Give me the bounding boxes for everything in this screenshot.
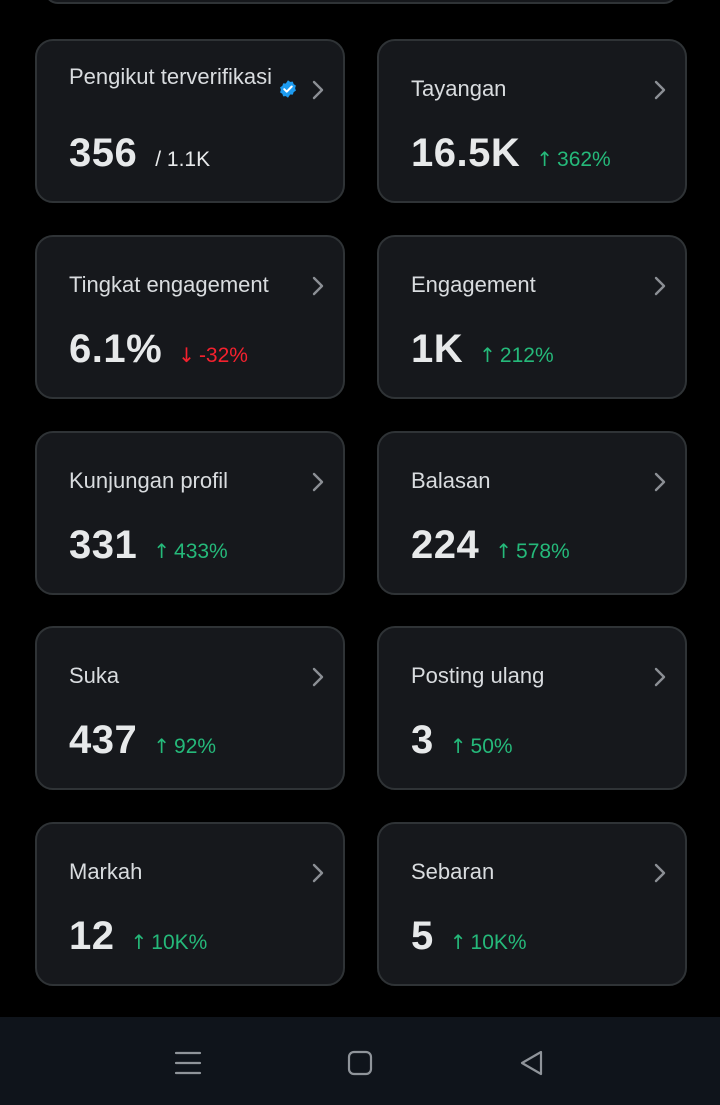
card-delta: ↑ 50% — [450, 734, 513, 759]
card-replies[interactable]: Balasan 224 ↑ 578% — [377, 431, 687, 595]
card-value-row: 1K ↑ 212% — [411, 327, 554, 371]
card-engagement[interactable]: Engagement 1K ↑ 212% — [377, 235, 687, 399]
card-delta: ↑ 433% — [153, 539, 227, 564]
delta-value: 362% — [557, 148, 611, 171]
card-bookmarks[interactable]: Markah 12 ↑ 10K% — [35, 822, 345, 986]
card-title: Sebaran — [411, 859, 495, 884]
card-title: Markah — [69, 859, 143, 884]
verified-badge-icon — [280, 80, 296, 98]
card-profile-visits[interactable]: Kunjungan profil 331 ↑ 433% — [35, 431, 345, 595]
card-value-row: 3 ↑ 50% — [411, 718, 513, 762]
card-value: 331 — [69, 523, 138, 567]
card-delta: ↑ 10K% — [450, 930, 527, 955]
menu-icon[interactable] — [172, 1047, 204, 1079]
card-value-row: 16.5K ↑ 362% — [411, 131, 611, 175]
card-delta: ↑ 212% — [479, 343, 553, 368]
card-impressions[interactable]: Tayangan 16.5K ↑ 362% — [377, 39, 687, 203]
delta-value: 433% — [174, 540, 228, 563]
card-reposts[interactable]: Posting ulang 3 ↑ 50% — [377, 626, 687, 790]
card-value: 16.5K — [411, 131, 521, 175]
card-engagement-rate[interactable]: Tingkat engagement 6.1% ↓ -32% — [35, 235, 345, 399]
chevron-right-icon — [312, 80, 324, 100]
card-value: 5 — [411, 914, 434, 958]
system-navigation-bar — [0, 1017, 720, 1105]
card-total: / 1.1K — [155, 148, 211, 171]
arrow-up-icon: ↑ — [153, 734, 171, 758]
card-value: 437 — [69, 718, 138, 762]
card-title: Engagement — [411, 272, 536, 297]
card-value: 224 — [411, 523, 480, 567]
card-value-row: 356 / 1.1K — [69, 131, 210, 175]
card-value: 12 — [69, 914, 115, 958]
card-delta: ↓ -32% — [178, 343, 248, 368]
arrow-up-icon: ↑ — [153, 539, 171, 563]
delta-value: 10K% — [151, 931, 208, 954]
delta-value: -32% — [198, 344, 248, 367]
card-value-row: 12 ↑ 10K% — [69, 914, 207, 958]
previous-card-edge — [44, 0, 678, 4]
card-likes[interactable]: Suka 437 ↑ 92% — [35, 626, 345, 790]
card-delta: ↑ 10K% — [131, 930, 208, 955]
arrow-up-icon: ↑ — [495, 539, 513, 563]
delta-value: 212% — [499, 344, 554, 367]
card-title: Posting ulang — [411, 663, 545, 688]
home-square-icon[interactable] — [344, 1047, 376, 1079]
analytics-screen: Pengikut terverifikasi 356 / 1.1K Tayang… — [0, 0, 720, 1105]
card-verified-followers[interactable]: Pengikut terverifikasi 356 / 1.1K — [35, 39, 345, 203]
delta-value: 92% — [174, 735, 217, 758]
card-title: Tingkat engagement — [69, 272, 269, 297]
card-value-row: 224 ↑ 578% — [411, 523, 570, 567]
card-title: Pengikut terverifikasi — [69, 64, 272, 89]
arrow-up-icon: ↑ — [130, 930, 148, 954]
card-title: Balasan — [411, 468, 491, 493]
arrow-up-icon: ↑ — [479, 343, 496, 367]
card-value-row: 437 ↑ 92% — [69, 718, 216, 762]
card-value: 3 — [411, 718, 434, 762]
card-title: Kunjungan profil — [69, 468, 229, 493]
chevron-right-icon — [654, 863, 666, 883]
delta-value: 578% — [516, 540, 570, 563]
chevron-right-icon — [654, 472, 666, 492]
back-triangle-icon[interactable] — [516, 1047, 548, 1079]
arrow-up-icon: ↑ — [536, 147, 554, 171]
card-value-row: 5 ↑ 10K% — [411, 914, 527, 958]
arrow-down-icon: ↓ — [178, 343, 195, 367]
chevron-right-icon — [312, 863, 324, 883]
card-title: Suka — [69, 663, 120, 688]
card-shares[interactable]: Sebaran 5 ↑ 10K% — [377, 822, 687, 986]
card-delta: ↑ 578% — [495, 539, 569, 564]
card-title: Tayangan — [411, 76, 507, 101]
card-value-row: 331 ↑ 433% — [69, 523, 228, 567]
card-value: 356 — [69, 131, 138, 175]
chevron-right-icon — [654, 80, 666, 100]
card-delta: ↑ 92% — [153, 734, 216, 759]
delta-value: 50% — [470, 735, 513, 758]
chevron-right-icon — [312, 472, 324, 492]
chevron-right-icon — [312, 667, 324, 687]
arrow-up-icon: ↑ — [449, 734, 467, 758]
card-value: 6.1% — [69, 327, 163, 371]
chevron-right-icon — [654, 276, 666, 296]
card-value: 1K — [411, 327, 464, 371]
chevron-right-icon — [654, 667, 666, 687]
chevron-right-icon — [312, 276, 324, 296]
delta-value: 10K% — [470, 931, 527, 954]
arrow-up-icon: ↑ — [449, 930, 467, 954]
card-delta: ↑ 362% — [536, 147, 610, 172]
card-value-row: 6.1% ↓ -32% — [69, 327, 248, 371]
